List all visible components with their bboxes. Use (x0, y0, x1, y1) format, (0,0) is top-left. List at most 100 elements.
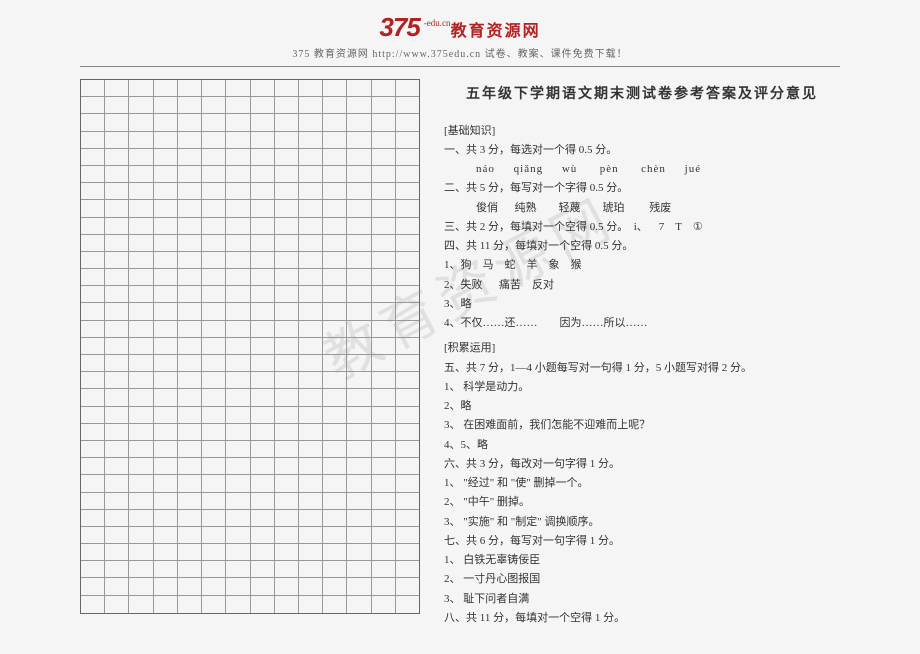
grid-cell (129, 269, 153, 286)
grid-cell (226, 510, 250, 527)
grid-cell (81, 235, 105, 252)
grid-row (81, 561, 419, 578)
logo-number: 375 (379, 12, 419, 43)
grid-cell (154, 321, 178, 338)
grid-cell (372, 493, 396, 510)
grid-cell (202, 527, 226, 544)
grid-cell (396, 303, 419, 320)
grid-cell (251, 424, 275, 441)
grid-cell (202, 544, 226, 561)
grid-row (81, 218, 419, 235)
text-line: 3、略 (444, 295, 840, 314)
text-line: 2、 "中午" 删掉。 (444, 493, 840, 512)
grid-cell (105, 510, 129, 527)
grid-cell (226, 441, 250, 458)
grid-cell (372, 527, 396, 544)
grid-cell (81, 407, 105, 424)
grid-cell (129, 510, 153, 527)
grid-cell (154, 389, 178, 406)
grid-cell (347, 114, 371, 131)
grid-cell (178, 544, 202, 561)
grid-cell (81, 527, 105, 544)
grid-cell (81, 303, 105, 320)
grid-cell (178, 321, 202, 338)
grid-cell (323, 252, 347, 269)
grid-cell (129, 493, 153, 510)
grid-cell (178, 372, 202, 389)
grid-cell (323, 303, 347, 320)
grid-cell (178, 149, 202, 166)
grid-cell (275, 80, 299, 97)
text-line: 3、 在困难面前，我们怎能不迎难而上呢？ (444, 416, 840, 435)
grid-cell (299, 389, 323, 406)
grid-cell (275, 441, 299, 458)
grid-cell (347, 355, 371, 372)
grid-cell (202, 493, 226, 510)
grid-cell (323, 183, 347, 200)
grid-cell (81, 321, 105, 338)
grid-cell (299, 252, 323, 269)
grid-cell (396, 338, 419, 355)
grid-cell (178, 527, 202, 544)
grid-cell (105, 389, 129, 406)
grid-cell (105, 441, 129, 458)
grid-cell (251, 200, 275, 217)
grid-cell (299, 166, 323, 183)
grid-cell (396, 510, 419, 527)
grid-cell (251, 269, 275, 286)
grid-cell (154, 510, 178, 527)
grid-cell (275, 218, 299, 235)
grid-cell (372, 183, 396, 200)
grid-cell (154, 235, 178, 252)
grid-cell (202, 458, 226, 475)
grid-cell (396, 286, 419, 303)
grid-cell (81, 218, 105, 235)
grid-cell (226, 475, 250, 492)
text-line: [积累运用] (444, 339, 840, 358)
grid-cell (178, 510, 202, 527)
grid-cell (105, 493, 129, 510)
grid-cell (178, 166, 202, 183)
grid-cell (105, 407, 129, 424)
grid-cell (154, 578, 178, 595)
grid-row (81, 424, 419, 441)
grid-cell (299, 149, 323, 166)
grid-cell (275, 578, 299, 595)
grid-cell (226, 97, 250, 114)
text-line: 3、 耻下问者自满 (444, 590, 840, 609)
text-line: 2、略 (444, 397, 840, 416)
grid-cell (154, 475, 178, 492)
grid-cell (178, 389, 202, 406)
grid-cell (275, 132, 299, 149)
grid-cell (299, 321, 323, 338)
grid-cell (275, 200, 299, 217)
grid-cell (251, 458, 275, 475)
grid-cell (299, 424, 323, 441)
grid-cell (275, 286, 299, 303)
grid-cell (202, 114, 226, 131)
header-subtitle: 375 教育资源网 http://www.375edu.cn 试卷、教案、课件免… (292, 45, 627, 60)
grid-cell (347, 493, 371, 510)
grid-cell (251, 510, 275, 527)
grid-cell (347, 80, 371, 97)
grid-cell (372, 149, 396, 166)
grid-cell (178, 252, 202, 269)
grid-cell (81, 578, 105, 595)
grid-cell (275, 303, 299, 320)
grid-cell (396, 269, 419, 286)
grid-cell (275, 355, 299, 372)
grid-cell (251, 338, 275, 355)
grid-cell (129, 183, 153, 200)
grid-cell (323, 372, 347, 389)
grid-cell (178, 493, 202, 510)
grid-row (81, 544, 419, 561)
grid-cell (275, 475, 299, 492)
grid-cell (372, 372, 396, 389)
grid-cell (178, 475, 202, 492)
grid-cell (202, 269, 226, 286)
grid-cell (396, 149, 419, 166)
grid-cell (299, 596, 323, 613)
grid-row (81, 372, 419, 389)
answer-grid-column (80, 79, 420, 628)
grid-cell (347, 561, 371, 578)
